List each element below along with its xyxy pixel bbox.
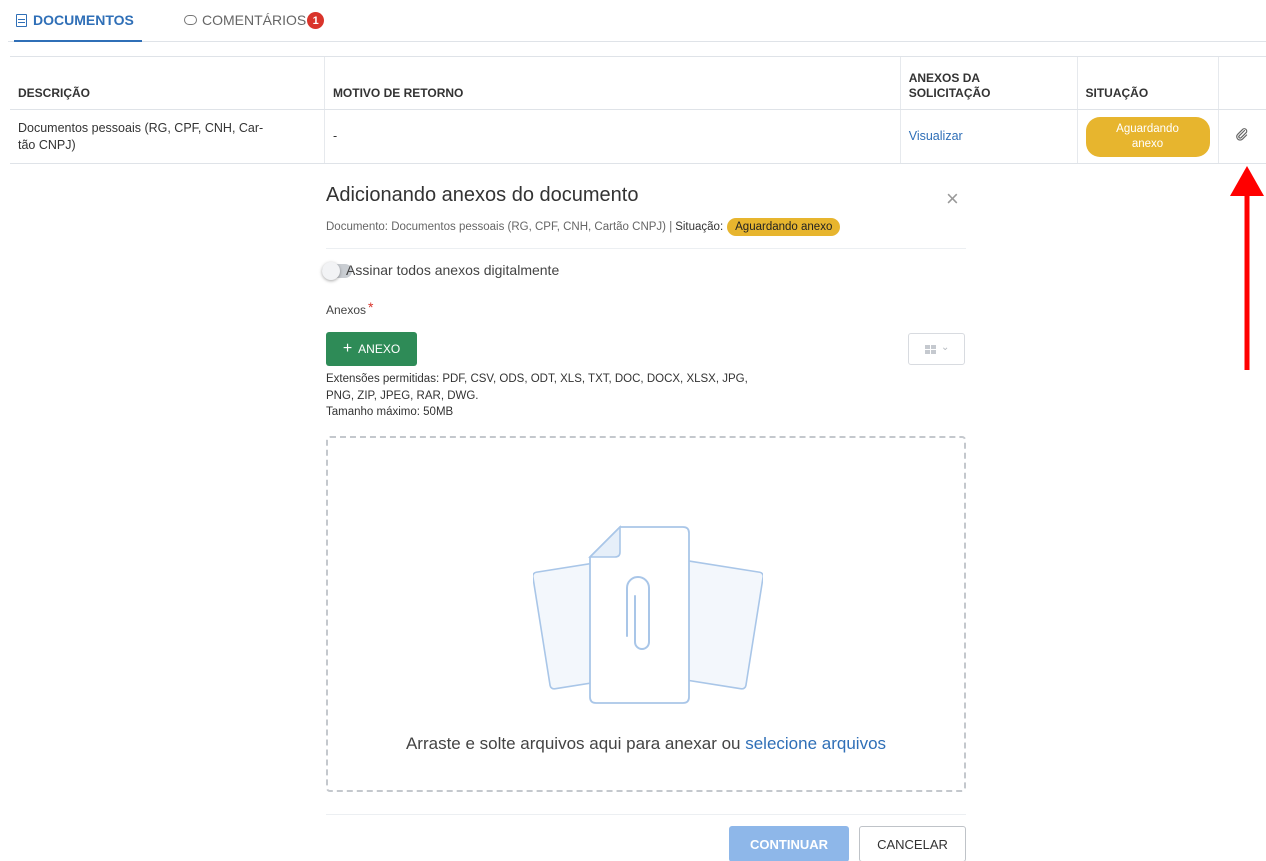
extensions-line2: PNG, ZIP, JPEG, RAR, DWG. [326, 389, 479, 402]
table-header-row: DESCRIÇÃO MOTIVO DE RETORNO ANEXOS DA SO… [10, 56, 1266, 110]
header-attachments-line2: SOLICITAÇÃO [908, 86, 991, 100]
plus-icon: + [342, 340, 353, 357]
add-attachment-label: ANEXO [358, 342, 401, 356]
close-icon[interactable]: × [946, 188, 959, 210]
attachments-field-label: Anexos * [326, 299, 373, 319]
continue-button[interactable]: CONTINUAR [729, 826, 849, 861]
comment-bubble-icon [184, 15, 197, 25]
subtitle-status-label: Situação: [675, 221, 724, 233]
extensions-line1: Extensões permitidas: PDF, CSV, ODS, ODT… [326, 373, 748, 385]
header-description: DESCRIÇÃO [10, 56, 325, 110]
tab-documents[interactable]: DOCUMENTOS [14, 12, 142, 42]
status-badge: Aguardando anexo [1085, 116, 1210, 157]
header-status: SITUAÇÃO [1076, 56, 1219, 110]
cell-description: Documentos pessoais (RG, CPF, CNH, Car- … [10, 109, 325, 164]
allowed-extensions-info: Extensões permitidas: PDF, CSV, ODS, ODT… [326, 371, 826, 421]
modal-divider-top [326, 248, 966, 249]
add-attachments-modal: Adicionando anexos do documento × Docume… [322, 178, 966, 861]
subtitle-document: Documento: Documentos pessoais (RG, CPF,… [326, 221, 673, 233]
tab-comments-label: COMENTÁRIOS [202, 12, 307, 28]
tab-bar: DOCUMENTOS COMENTÁRIOS 1 [8, 0, 1266, 42]
dropzone-text: Arraste e solte arquivos aqui para anexa… [405, 734, 741, 753]
required-asterisk: * [368, 299, 374, 315]
max-size-text: Tamanho máximo: 50MB [326, 406, 454, 418]
cell-attachments: Visualizar [899, 109, 1078, 164]
view-mode-dropdown[interactable]: ⌄ [908, 333, 965, 365]
paperclip-icon[interactable] [1235, 127, 1249, 141]
cell-return-reason: - [323, 109, 901, 164]
documents-table: DESCRIÇÃO MOTIVO DE RETORNO ANEXOS DA SO… [10, 56, 1266, 164]
subtitle-status-badge: Aguardando anexo [727, 218, 841, 236]
modal-divider-bottom [326, 814, 966, 815]
file-attachment-illustration-icon [533, 525, 763, 704]
add-attachment-button[interactable]: + ANEXO [326, 332, 417, 366]
attachments-label-text: Anexos [326, 303, 367, 317]
cell-status: Aguardando anexo [1076, 109, 1219, 164]
view-attachments-link[interactable]: Visualizar [909, 129, 963, 143]
table-row: Documentos pessoais (RG, CPF, CNH, Car- … [10, 109, 1266, 164]
status-line1: Aguardando [1116, 122, 1179, 135]
select-files-link[interactable]: selecione arquivos [745, 734, 886, 753]
dropzone-instructions: Arraste e solte arquivos aqui para anexa… [328, 734, 964, 754]
chevron-down-icon: ⌄ [941, 342, 950, 353]
header-return-reason: MOTIVO DE RETORNO [323, 56, 901, 110]
header-actions [1217, 56, 1266, 110]
tab-comments[interactable]: COMENTÁRIOS 1 [184, 12, 325, 42]
annotation-arrow-icon [1230, 166, 1264, 370]
description-line2: tão CNPJ) [18, 137, 76, 152]
status-line2: anexo [1131, 137, 1164, 150]
comments-count-badge: 1 [307, 12, 325, 29]
description-line1: Documentos pessoais (RG, CPF, CNH, Car- [18, 120, 264, 135]
header-attachments: ANEXOS DA SOLICITAÇÃO [899, 56, 1078, 110]
modal-title: Adicionando anexos do documento [326, 184, 639, 206]
cell-actions [1217, 109, 1266, 164]
tab-documents-label: DOCUMENTOS [33, 12, 134, 28]
modal-subtitle: Documento: Documentos pessoais (RG, CPF,… [326, 218, 841, 236]
header-attachments-line1: ANEXOS DA [908, 71, 981, 85]
file-dropzone[interactable]: Arraste e solte arquivos aqui para anexa… [326, 436, 966, 792]
sign-all-toggle-label: Assinar todos anexos digitalmente [346, 262, 560, 278]
cancel-button[interactable]: CANCELAR [859, 826, 966, 861]
document-icon [16, 14, 27, 27]
grid-view-icon [925, 345, 937, 354]
